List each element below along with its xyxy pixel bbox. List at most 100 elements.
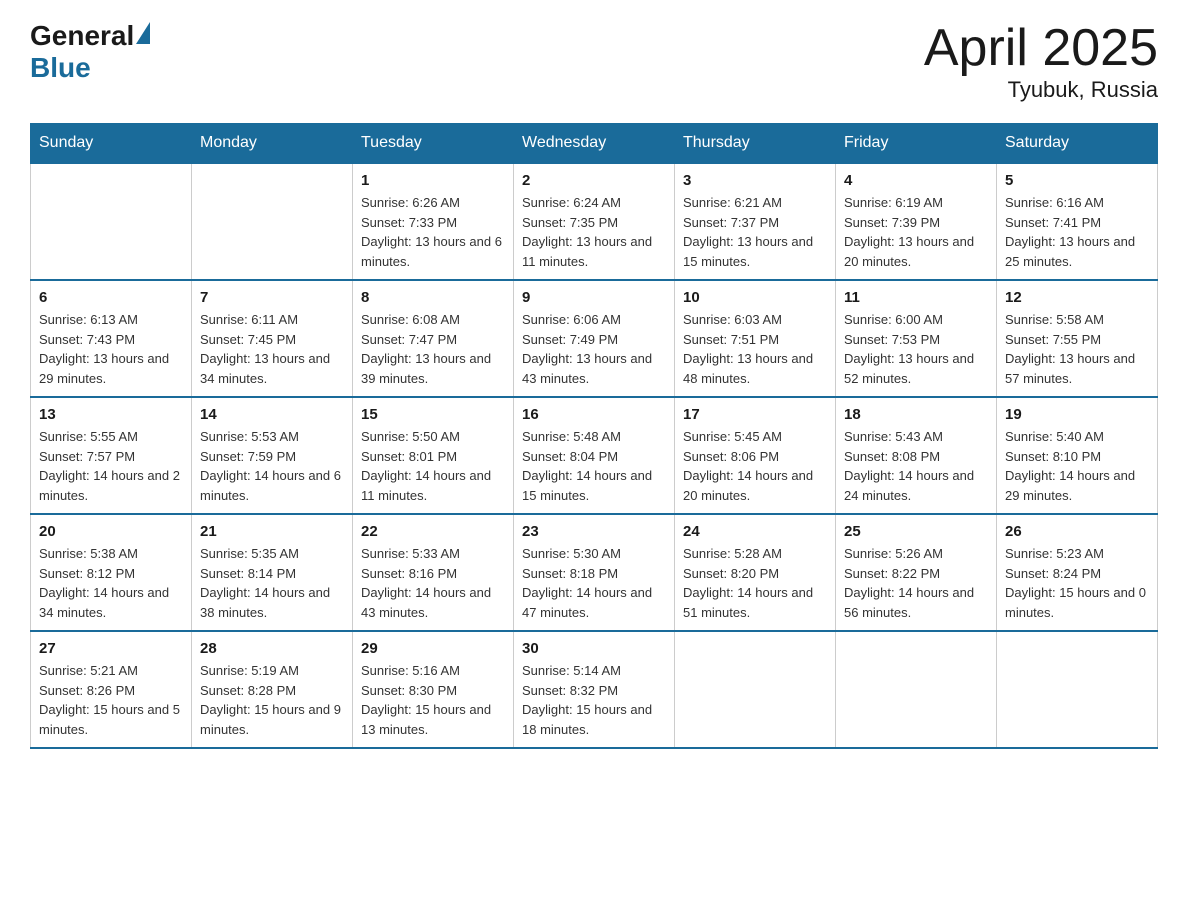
day-info: Sunrise: 5:21 AMSunset: 8:26 PMDaylight:… [39,661,183,739]
day-info: Sunrise: 5:28 AMSunset: 8:20 PMDaylight:… [683,544,827,622]
table-row: 19Sunrise: 5:40 AMSunset: 8:10 PMDayligh… [997,397,1158,514]
calendar-week-row: 1 Sunrise: 6:26 AMSunset: 7:33 PMDaylight… [31,163,1158,280]
page-header: General Blue April 2025 Tyubuk, Russia [30,20,1158,103]
day-number: 30 [522,640,666,657]
table-row: 29 Sunrise: 5:16 AMSunset: 8:30 PMDayligh… [353,631,514,748]
day-number: 20 [39,523,183,540]
day-number: 22 [361,523,505,540]
day-info: Sunrise: 6:00 AMSunset: 7:53 PMDaylight:… [844,310,988,388]
day-number: 25 [844,523,988,540]
table-row: 22Sunrise: 5:33 AMSunset: 8:16 PMDayligh… [353,514,514,631]
day-number: 28 [200,640,344,657]
day-info: Sunrise: 6:03 AMSunset: 7:51 PMDaylight:… [683,310,827,388]
table-row [31,163,192,280]
day-number: 23 [522,523,666,540]
table-row: 27 Sunrise: 5:21 AMSunset: 8:26 PMDayligh… [31,631,192,748]
day-number: 17 [683,406,827,423]
day-info: Sunrise: 5:30 AMSunset: 8:18 PMDaylight:… [522,544,666,622]
day-number: 1 [361,172,505,189]
day-info: Sunrise: 6:11 AMSunset: 7:45 PMDaylight:… [200,310,344,388]
day-info: Sunrise: 5:23 AMSunset: 8:24 PMDaylight:… [1005,544,1149,622]
day-number: 9 [522,289,666,306]
day-number: 18 [844,406,988,423]
day-number: 29 [361,640,505,657]
day-info: Sunrise: 5:53 AMSunset: 7:59 PMDaylight:… [200,427,344,505]
day-info: Sunrise: 6:21 AMSunset: 7:37 PMDaylight:… [683,193,827,271]
header-tuesday: Tuesday [353,124,514,164]
day-number: 26 [1005,523,1149,540]
table-row: 24 Sunrise: 5:28 AMSunset: 8:20 PMDayligh… [675,514,836,631]
table-row: 25 Sunrise: 5:26 AMSunset: 8:22 PMDayligh… [836,514,997,631]
day-info: Sunrise: 6:06 AMSunset: 7:49 PMDaylight:… [522,310,666,388]
header-thursday: Thursday [675,124,836,164]
logo-blue-text: Blue [30,52,91,83]
day-info: Sunrise: 5:38 AMSunset: 8:12 PMDaylight:… [39,544,183,622]
day-number: 10 [683,289,827,306]
day-info: Sunrise: 5:58 AMSunset: 7:55 PMDaylight:… [1005,310,1149,388]
table-row: 17 Sunrise: 5:45 AMSunset: 8:06 PMDayligh… [675,397,836,514]
day-number: 13 [39,406,183,423]
table-row: 28 Sunrise: 5:19 AMSunset: 8:28 PMDayligh… [192,631,353,748]
table-row: 6Sunrise: 6:13 AMSunset: 7:43 PMDaylight… [31,280,192,397]
calendar-table: Sunday Monday Tuesday Wednesday Thursday… [30,123,1158,749]
table-row [192,163,353,280]
table-row: 5 Sunrise: 6:16 AMSunset: 7:41 PMDaylight… [997,163,1158,280]
day-info: Sunrise: 5:16 AMSunset: 8:30 PMDaylight:… [361,661,505,739]
day-info: Sunrise: 5:14 AMSunset: 8:32 PMDaylight:… [522,661,666,739]
day-info: Sunrise: 5:19 AMSunset: 8:28 PMDaylight:… [200,661,344,739]
day-info: Sunrise: 6:08 AMSunset: 7:47 PMDaylight:… [361,310,505,388]
logo-triangle-icon [136,22,150,44]
table-row: 13 Sunrise: 5:55 AMSunset: 7:57 PMDayligh… [31,397,192,514]
table-row: 21Sunrise: 5:35 AMSunset: 8:14 PMDayligh… [192,514,353,631]
table-row: 8Sunrise: 6:08 AMSunset: 7:47 PMDaylight… [353,280,514,397]
day-info: Sunrise: 5:48 AMSunset: 8:04 PMDaylight:… [522,427,666,505]
day-info: Sunrise: 6:16 AMSunset: 7:41 PMDaylight:… [1005,193,1149,271]
day-number: 2 [522,172,666,189]
table-row [836,631,997,748]
calendar-week-row: 13 Sunrise: 5:55 AMSunset: 7:57 PMDayligh… [31,397,1158,514]
day-number: 4 [844,172,988,189]
header-friday: Friday [836,124,997,164]
day-number: 27 [39,640,183,657]
logo: General Blue [30,20,152,84]
table-row: 12 Sunrise: 5:58 AMSunset: 7:55 PMDayligh… [997,280,1158,397]
day-number: 14 [200,406,344,423]
day-info: Sunrise: 5:50 AMSunset: 8:01 PMDaylight:… [361,427,505,505]
day-info: Sunrise: 6:13 AMSunset: 7:43 PMDaylight:… [39,310,183,388]
table-row: 3Sunrise: 6:21 AMSunset: 7:37 PMDaylight… [675,163,836,280]
calendar-title: April 2025 [924,20,1158,77]
table-row: 14 Sunrise: 5:53 AMSunset: 7:59 PMDayligh… [192,397,353,514]
day-info: Sunrise: 6:26 AMSunset: 7:33 PMDaylight:… [361,193,505,271]
day-info: Sunrise: 5:55 AMSunset: 7:57 PMDaylight:… [39,427,183,505]
table-row: 1 Sunrise: 6:26 AMSunset: 7:33 PMDaylight… [353,163,514,280]
header-wednesday: Wednesday [514,124,675,164]
header-sunday: Sunday [31,124,192,164]
title-section: April 2025 Tyubuk, Russia [924,20,1158,103]
day-number: 12 [1005,289,1149,306]
calendar-week-row: 20 Sunrise: 5:38 AMSunset: 8:12 PMDayligh… [31,514,1158,631]
day-number: 16 [522,406,666,423]
day-info: Sunrise: 5:35 AMSunset: 8:14 PMDaylight:… [200,544,344,622]
calendar-week-row: 6Sunrise: 6:13 AMSunset: 7:43 PMDaylight… [31,280,1158,397]
day-info: Sunrise: 5:40 AMSunset: 8:10 PMDaylight:… [1005,427,1149,505]
day-number: 11 [844,289,988,306]
calendar-header-row: Sunday Monday Tuesday Wednesday Thursday… [31,124,1158,164]
table-row: 16 Sunrise: 5:48 AMSunset: 8:04 PMDayligh… [514,397,675,514]
day-info: Sunrise: 6:24 AMSunset: 7:35 PMDaylight:… [522,193,666,271]
day-info: Sunrise: 6:19 AMSunset: 7:39 PMDaylight:… [844,193,988,271]
table-row: 15 Sunrise: 5:50 AMSunset: 8:01 PMDayligh… [353,397,514,514]
day-number: 15 [361,406,505,423]
table-row [675,631,836,748]
header-saturday: Saturday [997,124,1158,164]
table-row: 9 Sunrise: 6:06 AMSunset: 7:49 PMDaylight… [514,280,675,397]
calendar-subtitle: Tyubuk, Russia [924,77,1158,103]
table-row: 23 Sunrise: 5:30 AMSunset: 8:18 PMDayligh… [514,514,675,631]
day-number: 24 [683,523,827,540]
table-row: 26 Sunrise: 5:23 AMSunset: 8:24 PMDayligh… [997,514,1158,631]
header-monday: Monday [192,124,353,164]
day-number: 5 [1005,172,1149,189]
calendar-week-row: 27 Sunrise: 5:21 AMSunset: 8:26 PMDayligh… [31,631,1158,748]
table-row: 30 Sunrise: 5:14 AMSunset: 8:32 PMDayligh… [514,631,675,748]
day-info: Sunrise: 5:26 AMSunset: 8:22 PMDaylight:… [844,544,988,622]
day-info: Sunrise: 5:45 AMSunset: 8:06 PMDaylight:… [683,427,827,505]
